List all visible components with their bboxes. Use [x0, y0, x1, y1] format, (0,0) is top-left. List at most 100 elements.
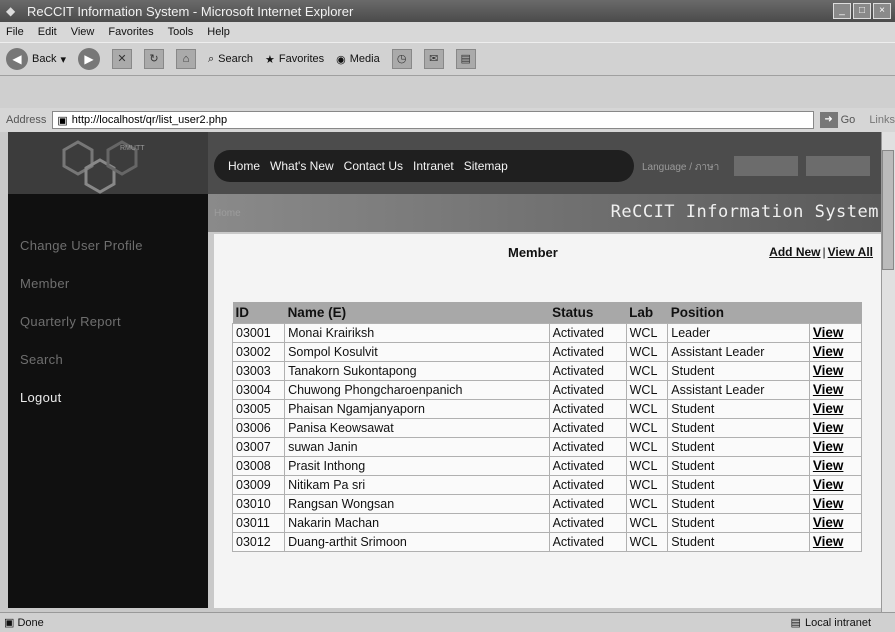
search-button[interactable]: ⌕ Search — [208, 53, 253, 66]
breadcrumb[interactable]: Home — [214, 208, 241, 219]
menu-view[interactable]: View — [71, 26, 95, 38]
view-link[interactable]: View — [813, 401, 844, 416]
member-table: ID Name (E) Status Lab Position 03001 Mon… — [231, 302, 863, 552]
window-titlebar: ◆ ReCCIT Information System - Microsoft … — [0, 0, 895, 22]
cell-position: Student — [667, 436, 810, 457]
cell-id: 03005 — [231, 398, 286, 419]
links-label[interactable]: Links — [869, 114, 895, 126]
scrollbar-thumb[interactable] — [882, 150, 894, 270]
menu-favorites[interactable]: Favorites — [108, 26, 153, 38]
side-nav-logout[interactable]: Logout — [20, 390, 143, 405]
cell-position: Student — [667, 455, 810, 476]
close-button[interactable]: × — [873, 3, 891, 19]
cell-position: Assistant Leader — [667, 379, 810, 400]
cell-name: Duang-arthit Srimoon — [284, 531, 550, 552]
menu-help[interactable]: Help — [207, 26, 230, 38]
media-button[interactable]: ◉ Media — [336, 53, 380, 66]
minimize-button[interactable]: _ — [833, 3, 851, 19]
top-nav-home[interactable]: Home — [228, 159, 260, 173]
address-input[interactable]: ▣ http://localhost/qr/list_user2.php — [52, 111, 814, 129]
security-zone: ▤ Local intranet — [790, 616, 871, 630]
table-row: 03011 Nakarin Machan Activated WCL Student Vi… — [231, 512, 863, 533]
maximize-button[interactable]: □ — [853, 3, 871, 19]
history-icon[interactable]: ◷ — [391, 49, 412, 69]
top-nav-sitemap[interactable]: Sitemap — [464, 159, 508, 173]
cell-lab: WCL — [625, 436, 669, 457]
top-nav-whats-new[interactable]: What's New — [270, 159, 334, 173]
status-bar: ▣ Done ▤ Local intranet — [0, 612, 895, 632]
cell-status: Activated — [548, 474, 627, 495]
menu-file[interactable]: File — [6, 26, 24, 38]
view-all-link[interactable]: View All — [828, 245, 873, 259]
cell-lab: WCL — [625, 322, 669, 343]
top-nav-contact-us[interactable]: Contact Us — [344, 159, 403, 173]
cell-status: Activated — [548, 455, 627, 476]
cell-name: Nakarin Machan — [284, 512, 550, 533]
cell-status: Activated — [548, 341, 627, 362]
cell-position: Student — [667, 512, 810, 533]
language-english-button[interactable] — [734, 156, 798, 176]
cell-lab: WCL — [625, 512, 669, 533]
forward-button[interactable]: ▶ — [78, 48, 100, 70]
view-link[interactable]: View — [813, 420, 844, 435]
side-nav-quarterly-report[interactable]: Quarterly Report — [20, 314, 143, 329]
col-view — [809, 302, 862, 323]
cell-status: Activated — [548, 512, 627, 533]
back-button[interactable]: ◀ Back ▾ — [6, 48, 66, 70]
view-link[interactable]: View — [813, 344, 844, 359]
status-text: Done — [17, 616, 44, 629]
table-row: 03002 Sompol Kosulvit Activated WCL Assistan… — [231, 341, 863, 362]
table-row: 03009 Nitikam Pa sri Activated WCL Student Vi… — [231, 474, 863, 495]
home-icon[interactable]: ⌂ — [176, 49, 196, 69]
cell-status: Activated — [548, 417, 627, 438]
print-icon[interactable]: ▤ — [455, 49, 476, 69]
stop-icon[interactable]: ✕ — [112, 49, 132, 69]
view-link[interactable]: View — [813, 458, 844, 473]
search-label: Search — [218, 53, 254, 65]
star-icon: ★ — [265, 53, 275, 66]
cell-lab: WCL — [625, 417, 669, 438]
go-button[interactable]: ➜ Go — [819, 112, 856, 128]
cell-status: Activated — [548, 379, 627, 400]
col-position: Position — [667, 302, 810, 323]
refresh-icon[interactable]: ↻ — [144, 49, 164, 69]
table-row: 03005 Phaisan Ngamjanyaporn Activated WCL St… — [231, 398, 863, 419]
view-link[interactable]: View — [813, 363, 844, 378]
add-new-link[interactable]: Add New — [769, 245, 820, 259]
back-label: Back — [32, 53, 57, 65]
media-icon: ◉ — [336, 53, 346, 66]
side-nav-change-user-profile[interactable]: Change User Profile — [20, 238, 143, 253]
go-label: Go — [840, 114, 856, 126]
intranet-icon: ▤ — [790, 617, 801, 629]
view-link[interactable]: View — [813, 496, 844, 511]
side-nav-member[interactable]: Member — [20, 276, 143, 291]
view-link[interactable]: View — [813, 439, 844, 454]
table-row: 03007 suwan Janin Activated WCL Student View — [231, 436, 863, 457]
cell-status: Activated — [548, 493, 627, 514]
view-link[interactable]: View — [813, 534, 844, 549]
cell-id: 03001 — [231, 322, 286, 343]
cell-status: Activated — [548, 322, 627, 343]
favorites-label: Favorites — [278, 53, 325, 65]
cell-status: Activated — [548, 436, 627, 457]
view-link[interactable]: View — [813, 325, 844, 340]
mail-icon[interactable]: ✉ — [423, 49, 444, 69]
side-nav-search[interactable]: Search — [20, 352, 143, 367]
table-row: 03008 Prasit Inthong Activated WCL Student Vi… — [231, 455, 863, 476]
favorites-button[interactable]: ★ Favorites — [265, 53, 324, 66]
menu-edit[interactable]: Edit — [38, 26, 57, 38]
menu-tools[interactable]: Tools — [168, 26, 194, 38]
cell-id: 03006 — [231, 417, 286, 438]
cell-name: Chuwong Phongcharoenpanich — [284, 379, 550, 400]
cell-id: 03008 — [231, 455, 286, 476]
view-link[interactable]: View — [813, 515, 844, 530]
cell-id: 03009 — [231, 474, 286, 495]
language-thai-button[interactable] — [806, 156, 870, 176]
top-nav: Home What's New Contact Us Intranet Site… — [214, 150, 634, 182]
browser-toolbar: ◀ Back ▾ ▶ ✕ ↻ ⌂ ⌕ Search ★ Favorites ◉ … — [0, 42, 895, 76]
top-nav-intranet[interactable]: Intranet — [413, 159, 454, 173]
chevron-down-icon: ▾ — [60, 53, 66, 66]
cell-lab: WCL — [625, 474, 669, 495]
view-link[interactable]: View — [813, 382, 844, 397]
view-link[interactable]: View — [813, 477, 844, 492]
